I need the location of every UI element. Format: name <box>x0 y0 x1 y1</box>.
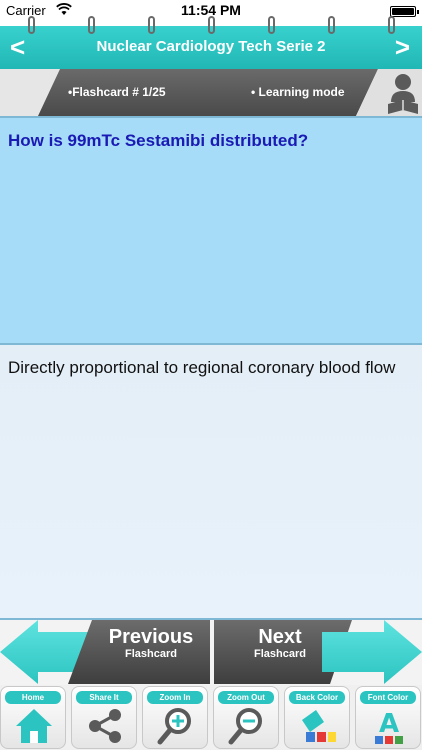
binder-ring <box>88 16 95 34</box>
share-icon <box>89 709 121 743</box>
navigation-background <box>0 620 422 684</box>
binder-ring <box>28 16 35 34</box>
binder-ring <box>328 16 335 34</box>
zoom-in-label: Zoom In <box>147 691 203 704</box>
reader-icon <box>388 74 418 114</box>
svg-text:A: A <box>379 709 399 739</box>
question-panel: How is 99mTc Sestamibi distributed? <box>0 116 422 345</box>
home-icon <box>16 709 52 743</box>
binder-ring <box>208 16 215 34</box>
chevron-right-icon[interactable]: > <box>395 32 410 63</box>
zoom-in-icon <box>157 708 191 745</box>
binder-ring <box>388 16 395 34</box>
back-color-label: Back Color <box>289 691 345 704</box>
previous-label: Previous <box>108 626 194 648</box>
zoom-out-button[interactable]: Zoom Out <box>213 686 279 749</box>
font-color-icon: A <box>375 709 403 744</box>
binder-rings <box>0 16 422 36</box>
next-sublabel: Flashcard <box>254 648 306 660</box>
previous-flashcard-button[interactable]: Previous Flashcard <box>95 626 207 661</box>
back-color-icon <box>302 710 336 742</box>
next-label: Next <box>258 626 302 648</box>
mode-label: • Learning mode <box>251 85 345 99</box>
home-button[interactable]: Home <box>0 686 66 749</box>
chevron-left-icon[interactable]: < <box>10 32 25 63</box>
zoom-out-icon <box>228 708 262 745</box>
binder-ring <box>148 16 155 34</box>
font-color-button[interactable]: Font Color A <box>355 686 421 749</box>
back-color-button[interactable]: Back Color <box>284 686 350 749</box>
question-text: How is 99mTc Sestamibi distributed? <box>8 131 309 150</box>
share-button[interactable]: Share It <box>71 686 137 749</box>
share-label: Share It <box>76 691 132 704</box>
font-color-label: Font Color <box>360 691 416 704</box>
info-strip-background <box>0 69 422 116</box>
flashcard-navigation: Previous Flashcard Next Flashcard <box>0 620 422 685</box>
flashcard-counter: •Flashcard # 1/25 <box>68 85 166 99</box>
info-strip: •Flashcard # 1/25 • Learning mode <box>0 69 422 116</box>
answer-panel: Directly proportional to regional corona… <box>0 345 422 620</box>
previous-sublabel: Flashcard <box>125 648 177 660</box>
binder-ring <box>268 16 275 34</box>
page-title: Nuclear Cardiology Tech Serie 2 <box>96 38 326 55</box>
zoom-in-button[interactable]: Zoom In <box>142 686 208 749</box>
next-flashcard-button[interactable]: Next Flashcard <box>224 626 336 661</box>
bottom-toolbar: Home Share It Zoom In Zoom Out Back Colo… <box>0 685 422 750</box>
zoom-out-label: Zoom Out <box>218 691 274 704</box>
home-label: Home <box>5 691 61 704</box>
answer-text: Directly proportional to regional corona… <box>8 358 396 377</box>
